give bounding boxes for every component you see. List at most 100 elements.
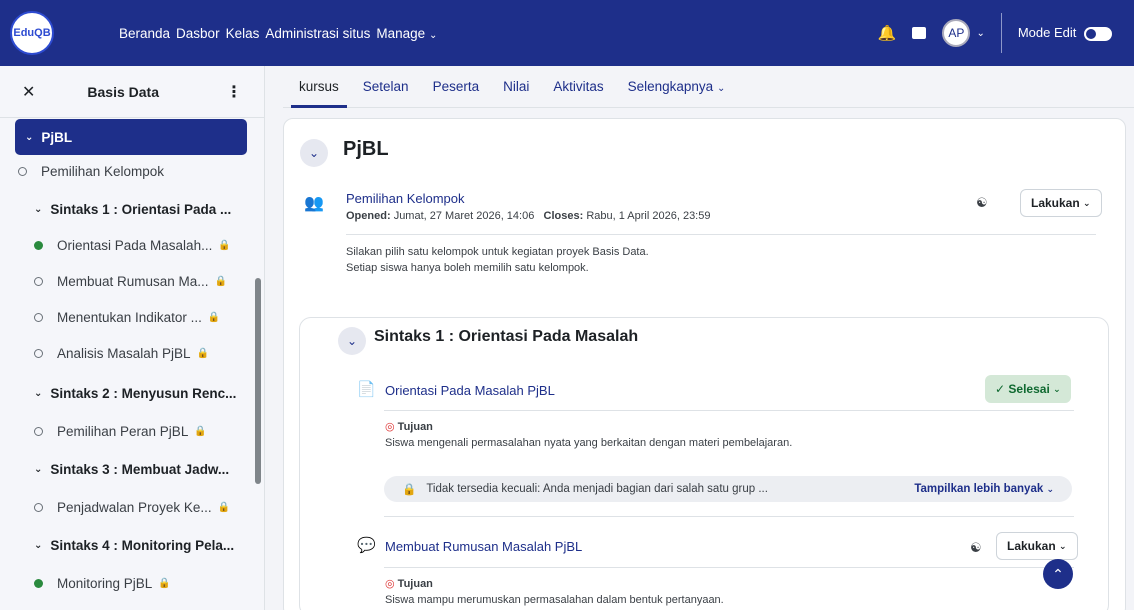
sidebar-item[interactable]: Orientasi Pada Masalah... 🔒 — [34, 238, 231, 253]
tab-selengkapnya[interactable]: Selengkapnya ⌄ — [628, 79, 726, 94]
sidebar-section[interactable]: ⌄ Sintaks 3 : Membuat Jadw... — [34, 462, 229, 477]
opened-label: Opened: — [346, 210, 391, 222]
sidebar-item-label: Membuat Rumusan Ma... — [57, 274, 209, 289]
secondary-nav: kursus Setelan Peserta Nilai Aktivitas S… — [283, 66, 1134, 108]
completion-status-button[interactable]: ✓ Selesai ⌄ — [985, 375, 1071, 403]
divider — [1000, 13, 1002, 53]
sidebar-item[interactable]: Menentukan Indikator ... 🔒 — [34, 310, 220, 325]
closes-label: Closes: — [543, 210, 584, 222]
bell-icon[interactable]: 🔔 — [878, 24, 897, 42]
lock-icon: 🔒 — [196, 348, 210, 359]
sidebar-item[interactable]: Monitoring PjBL 🔒 — [34, 576, 171, 591]
incomplete-icon — [34, 277, 43, 286]
mode-edit[interactable]: Mode Edit — [1018, 25, 1112, 41]
chevron-down-icon: ⌄ — [34, 464, 43, 475]
closes-value: Rabu, 1 April 2026, 23:59 — [586, 210, 711, 222]
subsection-collapse-button[interactable]: ⌄ — [338, 327, 366, 355]
chevron-down-icon: ⌄ — [1053, 383, 1061, 394]
tab-kursus[interactable]: kursus — [291, 79, 347, 108]
close-icon[interactable]: ✕ — [22, 82, 35, 102]
sidebar-section-label: Sintaks 1 : Orientasi Pada ... — [50, 202, 232, 217]
sidebar-section-pjbl[interactable]: ⌄ PjBL — [15, 119, 247, 155]
sidebar-section-label: Sintaks 2 : Menyusun Renc... — [50, 386, 237, 401]
tab-selengkapnya-label: Selengkapnya — [627, 79, 714, 94]
user-menu[interactable]: AP ⌄ — [942, 19, 985, 47]
chevron-down-icon: ⌄ — [34, 204, 43, 215]
activity-link-pemilihan-kelompok[interactable]: Pemilihan Kelompok — [346, 191, 465, 206]
chevron-down-icon: ⌄ — [25, 131, 34, 143]
restriction-text: Tidak tersedia kecuali: Anda menjadi bag… — [426, 483, 768, 495]
activity-link-orientasi[interactable]: Orientasi Pada Masalah PjBL — [385, 383, 555, 398]
sidebar-section-label: Sintaks 3 : Membuat Jadw... — [50, 462, 230, 477]
nav-kelas[interactable]: Kelas — [226, 26, 260, 41]
tab-aktivitas[interactable]: Aktivitas — [553, 79, 603, 94]
sidebar-item-label: Analisis Masalah PjBL — [57, 346, 191, 361]
nav-manage[interactable]: Manage ⌄ — [376, 26, 437, 41]
sidebar-item[interactable]: Pemilihan Peran PjBL 🔒 — [34, 424, 207, 439]
section-title: PjBL — [343, 138, 389, 160]
sidebar-item[interactable]: Pemilihan Kelompok — [18, 164, 164, 179]
chevron-up-icon: ⌃ — [1052, 565, 1064, 582]
sidebar-item[interactable]: Penjadwalan Proyek Ke... 🔒 — [34, 500, 230, 515]
chevron-down-icon: ⌄ — [34, 388, 43, 399]
activity-dates: Opened: Jumat, 27 Maret 2026, 14:06 Clos… — [346, 210, 710, 222]
mode-edit-toggle[interactable] — [1084, 26, 1112, 41]
site-logo[interactable]: EduQB — [10, 11, 54, 55]
sidebar-section-label: Sintaks 4 : Monitoring Pela... — [50, 538, 235, 553]
sidebar-section[interactable]: ⌄ Sintaks 2 : Menyusun Renc... — [34, 386, 236, 401]
lock-icon: 🔒 — [194, 426, 207, 437]
tab-setelan[interactable]: Setelan — [363, 79, 409, 94]
opened-value: Jumat, 27 Maret 2026, 14:06 — [393, 210, 535, 222]
target-icon: ◎ — [385, 578, 395, 590]
divider — [384, 567, 1074, 568]
complete-icon — [34, 241, 43, 250]
logo-text: EduQB — [13, 27, 51, 39]
lakukan-button[interactable]: Lakukan ⌄ — [1020, 189, 1102, 217]
chevron-down-icon: ⌄ — [716, 83, 726, 94]
lakukan-label: Lakukan — [1031, 196, 1080, 210]
tab-peserta[interactable]: Peserta — [433, 79, 480, 94]
restriction-info: 🔒 Tidak tersedia kecuali: Anda menjadi b… — [384, 476, 1072, 502]
sidebar-item[interactable]: Analisis Masalah PjBL 🔒 — [34, 346, 209, 361]
sidebar-item[interactable]: Membuat Rumusan Ma... 🔒 — [34, 274, 227, 289]
incomplete-icon — [34, 349, 43, 358]
sidebar-section[interactable]: ⌄ Sintaks 4 : Monitoring Pela... — [34, 538, 234, 553]
lakukan-button[interactable]: Lakukan ⌄ — [996, 532, 1078, 560]
divider — [346, 234, 1096, 235]
show-more-link[interactable]: Tampilkan lebih banyak ⌄ — [914, 483, 1054, 495]
incomplete-icon — [18, 167, 27, 176]
incomplete-icon — [34, 427, 43, 436]
chevron-down-icon: ⌄ — [1046, 484, 1054, 494]
sidebar-item-label: Penjadwalan Proyek Ke... — [57, 500, 212, 515]
description-line: Silakan pilih satu kelompok untuk kegiat… — [346, 246, 649, 258]
goal-label: Tujuan — [397, 578, 433, 590]
avatar: AP — [942, 19, 971, 47]
tab-nilai[interactable]: Nilai — [503, 79, 529, 94]
selesai-label: Selesai — [1008, 382, 1050, 396]
nav-dasbor[interactable]: Dasbor — [176, 26, 220, 41]
lock-icon: 🔒 — [214, 276, 228, 287]
page-icon: 📄 — [357, 381, 376, 398]
activity-link-rumusan-masalah[interactable]: Membuat Rumusan Masalah PjBL — [385, 539, 582, 554]
goal-text: Siswa mengenali permasalahan nyata yang … — [385, 437, 793, 449]
sidebar-scrollbar[interactable] — [255, 278, 261, 484]
goal-label: Tujuan — [397, 421, 433, 433]
chevron-down-icon: ⌄ — [308, 146, 320, 160]
sidebar-section[interactable]: ⌄ Sintaks 1 : Orientasi Pada ... — [34, 202, 231, 217]
forum-icon: 💬 — [357, 537, 376, 554]
chevron-down-icon: ⌄ — [346, 334, 358, 348]
divider — [384, 516, 1074, 517]
nav-administrasi-situs[interactable]: Administrasi situs — [265, 26, 370, 41]
kebab-menu-icon[interactable]: ⋮ — [226, 82, 242, 102]
group-choice-icon: 👥 — [304, 195, 324, 212]
check-icon: ✓ — [995, 382, 1006, 396]
chevron-down-icon: ⌄ — [1059, 540, 1067, 551]
section-collapse-button[interactable]: ⌄ — [300, 139, 328, 167]
primary-nav: Beranda Dasbor Kelas Administrasi situs … — [119, 26, 437, 41]
chevron-down-icon: ⌄ — [34, 540, 43, 551]
back-to-top-button[interactable]: ⌃ — [1043, 559, 1073, 589]
message-icon[interactable] — [912, 27, 927, 39]
target-icon: ◎ — [385, 421, 395, 433]
nav-beranda[interactable]: Beranda — [119, 26, 170, 41]
lock-icon: 🔒 — [218, 240, 231, 251]
